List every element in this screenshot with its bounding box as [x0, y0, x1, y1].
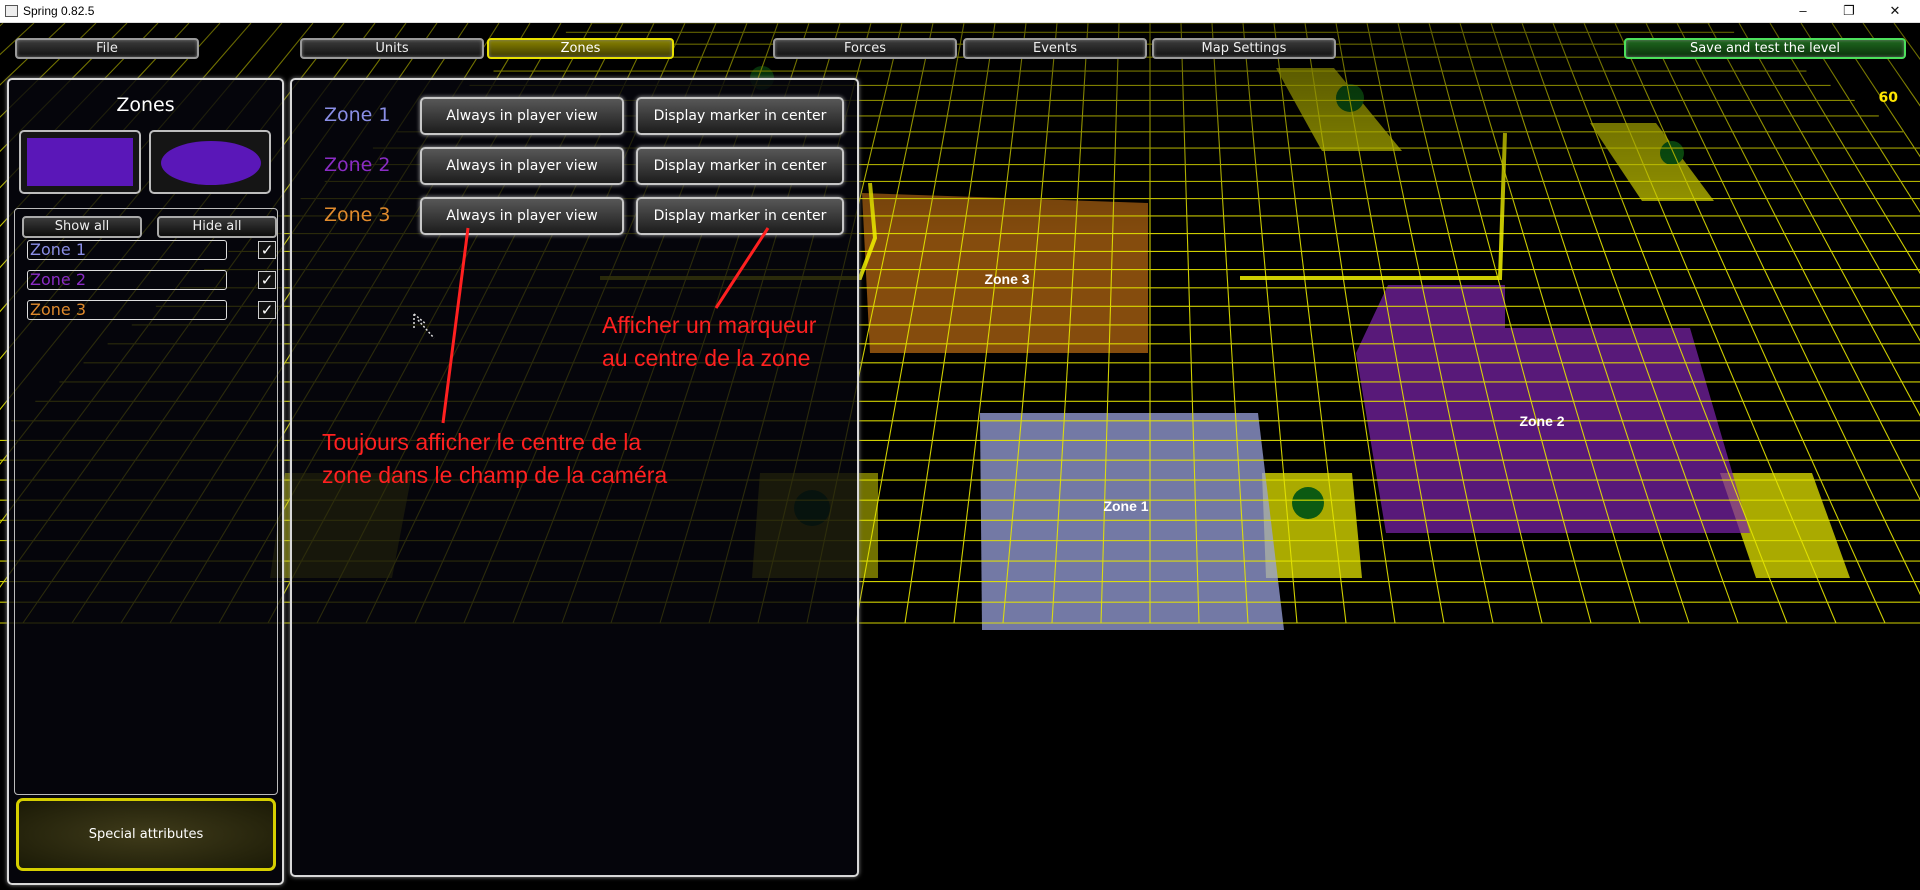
view-annotation: Toujours afficher le centre de la zone d… — [322, 426, 667, 492]
marker-annotation-line1: Afficher un marqueur — [602, 312, 817, 338]
view-annotation-line2: zone dans le champ de la caméra — [322, 462, 668, 488]
annotation-arrows — [441, 227, 770, 424]
marker-annotation-line2: au centre de la zone — [602, 345, 811, 371]
marker-annotation-arrow — [714, 227, 770, 309]
view-annotation-arrow — [441, 227, 470, 424]
marker-annotation: Afficher un marqueur au centre de la zon… — [602, 309, 816, 375]
view-annotation-line1: Toujours afficher le centre de la — [322, 429, 642, 455]
